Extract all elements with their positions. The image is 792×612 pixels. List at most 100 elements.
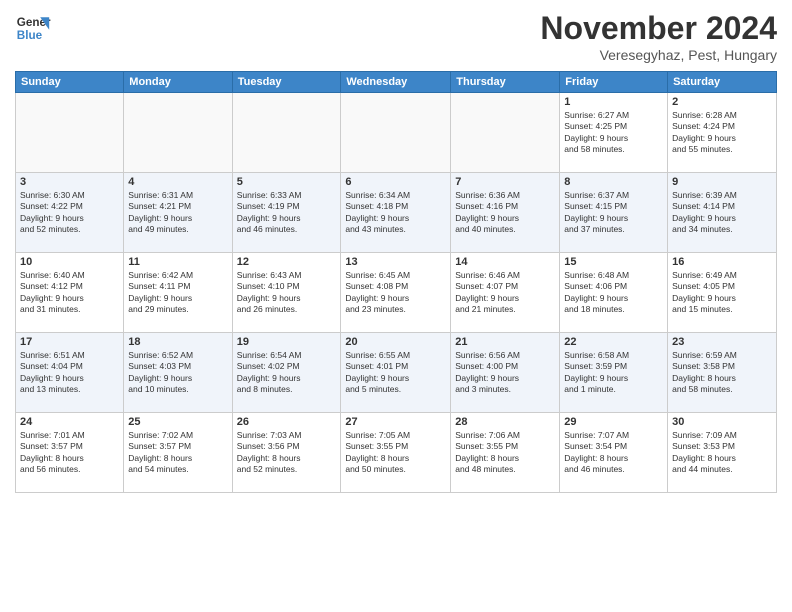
day-info: Sunrise: 7:06 AM Sunset: 3:55 PM Dayligh… [455,430,555,476]
calendar-week-row: 10 Sunrise: 6:40 AM Sunset: 4:12 PM Dayli… [16,253,777,333]
table-row: 22Sunrise: 6:58 AM Sunset: 3:59 PM Dayli… [560,333,668,413]
day-info: Sunrise: 7:07 AM Sunset: 3:54 PM Dayligh… [564,430,663,476]
day-number: 15 [564,256,663,268]
table-row: 24 Sunrise: 7:01 AM Sunset: 3:57 PM Dayli… [16,413,124,493]
svg-text:Blue: Blue [17,29,43,42]
day-info: Sunrise: 7:01 AM Sunset: 3:57 PM Dayligh… [20,430,119,476]
table-row [341,93,451,173]
table-row: 21 Sunrise: 6:56 AM Sunset: 4:00 PM Dayli… [451,333,560,413]
day-number: 21 [455,336,555,348]
day-number: 19 [237,336,337,348]
day-info: Sunrise: 6:45 AM Sunset: 4:08 PM Dayligh… [345,270,446,316]
page: General Blue November 2024 Veresegyhaz, … [0,0,792,612]
calendar: Sunday Monday Tuesday Wednesday Thursday… [15,71,777,493]
day-info: Sunrise: 6:54 AM Sunset: 4:02 PM Dayligh… [237,350,337,396]
col-friday: Friday [560,72,668,93]
day-number: 24 [20,416,119,428]
title-block: November 2024 Veresegyhaz, Pest, Hungary [540,10,777,63]
day-number: 30 [672,416,772,428]
day-number: 1 [564,96,663,108]
calendar-header-row: Sunday Monday Tuesday Wednesday Thursday… [16,72,777,93]
day-number: 13 [345,256,446,268]
day-info: Sunrise: 6:49 AM Sunset: 4:05 PM Dayligh… [672,270,772,316]
day-info: Sunrise: 7:03 AM Sunset: 3:56 PM Dayligh… [237,430,337,476]
table-row: 17 Sunrise: 6:51 AM Sunset: 4:04 PM Dayli… [16,333,124,413]
day-number: 20 [345,336,446,348]
day-number: 29 [564,416,663,428]
table-row: 7Sunrise: 6:36 AM Sunset: 4:16 PM Daylig… [451,173,560,253]
table-row: 19 Sunrise: 6:54 AM Sunset: 4:02 PM Dayli… [232,333,341,413]
day-number: 22 [564,336,663,348]
day-number: 9 [672,176,772,188]
table-row: 23 Sunrise: 6:59 AM Sunset: 3:58 PM Dayli… [668,333,777,413]
table-row: 5Sunrise: 6:33 AM Sunset: 4:19 PM Daylig… [232,173,341,253]
day-info: Sunrise: 6:30 AM Sunset: 4:22 PM Dayligh… [20,190,119,236]
day-number: 17 [20,336,119,348]
col-wednesday: Wednesday [341,72,451,93]
logo: General Blue [15,10,51,46]
col-thursday: Thursday [451,72,560,93]
day-number: 4 [128,176,227,188]
calendar-week-row: 3 Sunrise: 6:30 AM Sunset: 4:22 PM Daylig… [16,173,777,253]
table-row: 30Sunrise: 7:09 AM Sunset: 3:53 PM Dayli… [668,413,777,493]
table-row [232,93,341,173]
table-row [16,93,124,173]
day-info: Sunrise: 6:40 AM Sunset: 4:12 PM Dayligh… [20,270,119,316]
day-number: 27 [345,416,446,428]
header: General Blue November 2024 Veresegyhaz, … [15,10,777,63]
day-info: Sunrise: 6:37 AM Sunset: 4:15 PM Dayligh… [564,190,663,236]
day-info: Sunrise: 6:42 AM Sunset: 4:11 PM Dayligh… [128,270,227,316]
table-row: 8Sunrise: 6:37 AM Sunset: 4:15 PM Daylig… [560,173,668,253]
day-number: 16 [672,256,772,268]
table-row: 2Sunrise: 6:28 AM Sunset: 4:24 PM Daylig… [668,93,777,173]
table-row: 29 Sunrise: 7:07 AM Sunset: 3:54 PM Dayli… [560,413,668,493]
day-info: Sunrise: 6:46 AM Sunset: 4:07 PM Dayligh… [455,270,555,316]
day-info: Sunrise: 6:34 AM Sunset: 4:18 PM Dayligh… [345,190,446,236]
day-number: 6 [345,176,446,188]
logo-icon: General Blue [15,10,51,46]
day-info: Sunrise: 6:27 AM Sunset: 4:25 PM Dayligh… [564,110,663,156]
table-row [124,93,232,173]
day-number: 3 [20,176,119,188]
col-saturday: Saturday [668,72,777,93]
day-number: 11 [128,256,227,268]
calendar-week-row: 1 Sunrise: 6:27 AM Sunset: 4:25 PM Daylig… [16,93,777,173]
table-row: 13 Sunrise: 6:45 AM Sunset: 4:08 PM Dayli… [341,253,451,333]
day-info: Sunrise: 6:33 AM Sunset: 4:19 PM Dayligh… [237,190,337,236]
day-number: 12 [237,256,337,268]
table-row: 16 Sunrise: 6:49 AM Sunset: 4:05 PM Dayli… [668,253,777,333]
location: Veresegyhaz, Pest, Hungary [540,47,777,63]
day-number: 7 [455,176,555,188]
table-row: 12Sunrise: 6:43 AM Sunset: 4:10 PM Dayli… [232,253,341,333]
table-row: 14 Sunrise: 6:46 AM Sunset: 4:07 PM Dayli… [451,253,560,333]
table-row: 27Sunrise: 7:05 AM Sunset: 3:55 PM Dayli… [341,413,451,493]
day-number: 14 [455,256,555,268]
day-number: 18 [128,336,227,348]
day-number: 26 [237,416,337,428]
table-row: 20 Sunrise: 6:55 AM Sunset: 4:01 PM Dayli… [341,333,451,413]
table-row: 4Sunrise: 6:31 AM Sunset: 4:21 PM Daylig… [124,173,232,253]
calendar-week-row: 24 Sunrise: 7:01 AM Sunset: 3:57 PM Dayli… [16,413,777,493]
table-row: 15Sunrise: 6:48 AM Sunset: 4:06 PM Dayli… [560,253,668,333]
month-title: November 2024 [540,10,777,47]
table-row [451,93,560,173]
table-row: 6 Sunrise: 6:34 AM Sunset: 4:18 PM Daylig… [341,173,451,253]
table-row: 28Sunrise: 7:06 AM Sunset: 3:55 PM Dayli… [451,413,560,493]
day-info: Sunrise: 6:56 AM Sunset: 4:00 PM Dayligh… [455,350,555,396]
day-info: Sunrise: 6:59 AM Sunset: 3:58 PM Dayligh… [672,350,772,396]
day-number: 23 [672,336,772,348]
table-row: 25Sunrise: 7:02 AM Sunset: 3:57 PM Dayli… [124,413,232,493]
day-number: 10 [20,256,119,268]
table-row: 11 Sunrise: 6:42 AM Sunset: 4:11 PM Dayli… [124,253,232,333]
table-row: 26 Sunrise: 7:03 AM Sunset: 3:56 PM Dayli… [232,413,341,493]
day-info: Sunrise: 6:51 AM Sunset: 4:04 PM Dayligh… [20,350,119,396]
table-row: 1 Sunrise: 6:27 AM Sunset: 4:25 PM Daylig… [560,93,668,173]
day-info: Sunrise: 6:28 AM Sunset: 4:24 PM Dayligh… [672,110,772,156]
calendar-week-row: 17 Sunrise: 6:51 AM Sunset: 4:04 PM Dayli… [16,333,777,413]
calendar-body: 1 Sunrise: 6:27 AM Sunset: 4:25 PM Daylig… [16,93,777,493]
table-row: 9Sunrise: 6:39 AM Sunset: 4:14 PM Daylig… [668,173,777,253]
table-row: 10 Sunrise: 6:40 AM Sunset: 4:12 PM Dayli… [16,253,124,333]
col-tuesday: Tuesday [232,72,341,93]
day-info: Sunrise: 6:52 AM Sunset: 4:03 PM Dayligh… [128,350,227,396]
day-info: Sunrise: 6:55 AM Sunset: 4:01 PM Dayligh… [345,350,446,396]
